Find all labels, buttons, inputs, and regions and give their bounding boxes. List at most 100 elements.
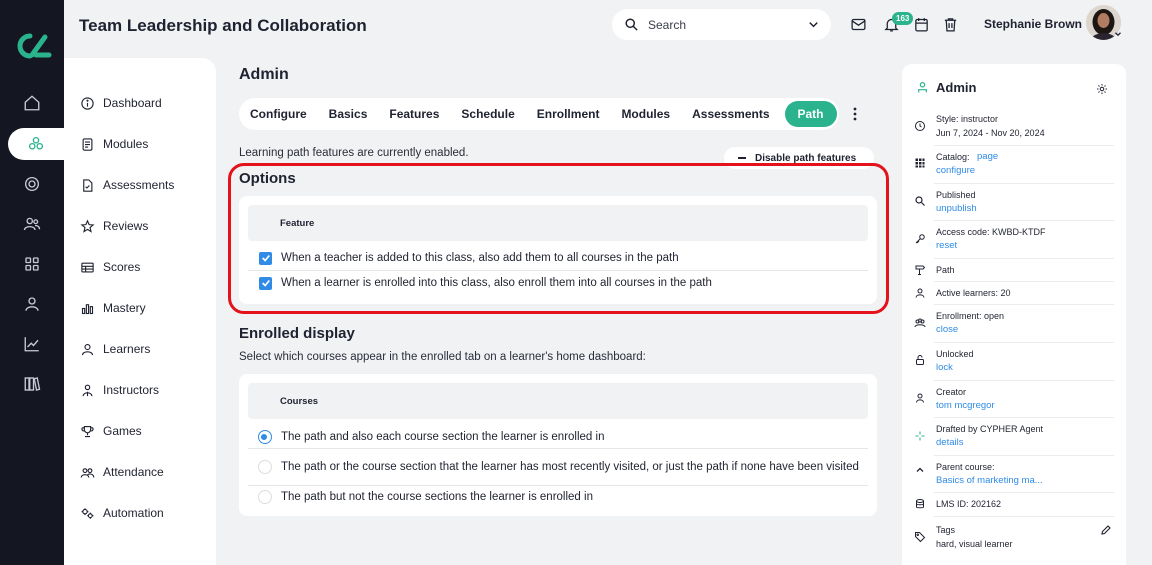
- signpost-icon: [915, 265, 926, 275]
- sidebar-item-label: Instructors: [103, 383, 160, 397]
- rail-home[interactable]: [0, 87, 64, 119]
- rail-library[interactable]: [0, 368, 64, 400]
- document-icon: [82, 137, 93, 151]
- info-circle-icon: [81, 96, 94, 110]
- tab-basics[interactable]: Basics: [329, 107, 368, 121]
- creator-icon: [916, 393, 924, 403]
- sidebar-item-assessments[interactable]: Assessments: [80, 174, 174, 196]
- sidebar-item-label: Attendance: [103, 465, 164, 479]
- rail-profile[interactable]: [0, 288, 64, 320]
- details-link[interactable]: details: [936, 437, 963, 448]
- unlock-icon: [916, 355, 924, 365]
- panel-divider: [934, 492, 1114, 493]
- path-status-notice: Learning path features are currently ena…: [239, 147, 469, 159]
- sidebar-item-reviews[interactable]: Reviews: [80, 215, 148, 237]
- panel-divider: [934, 220, 1114, 221]
- rail-apps[interactable]: [0, 248, 64, 280]
- tab-modules[interactable]: Modules: [621, 107, 670, 121]
- tab-configure[interactable]: Configure: [250, 107, 307, 121]
- option-label: When a learner is enrolled into this cla…: [281, 276, 712, 289]
- checkmark-icon: [261, 254, 270, 262]
- rail-classes[interactable]: [8, 128, 64, 160]
- learner-checkbox[interactable]: [259, 276, 272, 290]
- enrolled-option-label: The path or the course section that the …: [281, 460, 859, 473]
- lock-link[interactable]: lock: [936, 362, 953, 373]
- checkmark-icon: [261, 279, 270, 287]
- sidebar-item-label: Modules: [103, 137, 149, 151]
- table-icon: [81, 262, 94, 272]
- sidebar-item-attendance[interactable]: Attendance: [80, 461, 164, 483]
- search-icon: [625, 18, 638, 31]
- catalog-page-link[interactable]: page: [977, 151, 998, 162]
- sidebar-item-dashboard[interactable]: Dashboard: [80, 92, 162, 114]
- sidebar-item-label: Mastery: [103, 301, 146, 315]
- sidebar-item-games[interactable]: Games: [80, 420, 142, 442]
- user-name[interactable]: Stephanie Brown: [984, 17, 1082, 31]
- rail-goals[interactable]: [0, 168, 64, 200]
- options-title: Options: [239, 170, 296, 187]
- chevron-down-icon[interactable]: [806, 17, 821, 32]
- panel-divider: [934, 516, 1114, 517]
- panel-divider: [934, 183, 1114, 184]
- clock-icon: [915, 121, 925, 131]
- tab-features[interactable]: Features: [389, 107, 439, 121]
- enrolled-radio[interactable]: [257, 490, 272, 504]
- parent-course-link[interactable]: Basics of marketing ma...: [936, 475, 1043, 486]
- mail-icon[interactable]: [850, 16, 867, 33]
- panel-divider: [934, 281, 1114, 282]
- panel-catalog-label: Catalog:: [936, 152, 970, 162]
- panel-divider: [934, 417, 1114, 418]
- enrolled-radio[interactable]: [257, 460, 272, 474]
- enrolled-radio-selected[interactable]: [257, 430, 272, 444]
- classes-icon: [28, 136, 44, 150]
- creator-link[interactable]: tom mcgregor: [936, 400, 995, 411]
- group-icon: [80, 467, 95, 478]
- sidebar-item-learners[interactable]: Learners: [80, 338, 150, 360]
- settings-gear-icon[interactable]: [1096, 83, 1108, 95]
- chevron-down-icon[interactable]: [1113, 29, 1123, 39]
- minus-icon: [738, 157, 746, 159]
- option-row-teacher[interactable]: When a teacher is added to this class, a…: [248, 246, 868, 270]
- enrolled-display-card: Courses The path and also each course se…: [239, 374, 877, 516]
- teacher-checkbox[interactable]: [259, 251, 272, 265]
- tab-enrollment[interactable]: Enrollment: [537, 107, 600, 121]
- sidebar-item-automation[interactable]: Automation: [80, 502, 164, 524]
- sidebar-item-mastery[interactable]: Mastery: [80, 297, 146, 319]
- search-input[interactable]: Search: [648, 18, 797, 32]
- unpublish-link[interactable]: unpublish: [936, 203, 977, 214]
- trophy-icon: [81, 425, 94, 437]
- trash-icon[interactable]: [942, 16, 959, 33]
- reset-code-link[interactable]: reset: [936, 240, 957, 251]
- rail-people[interactable]: [0, 208, 64, 240]
- tab-schedule[interactable]: Schedule: [461, 107, 514, 121]
- rail-analytics[interactable]: [0, 328, 64, 360]
- panel-active-learners-label: Active learners: 20: [936, 288, 1011, 298]
- panel-dates: Jun 7, 2024 - Nov 20, 2024: [936, 128, 1045, 138]
- enrolled-option-label: The path and also each course section th…: [281, 430, 605, 443]
- enrolled-option-row[interactable]: The path but not the course sections the…: [248, 486, 868, 508]
- sidebar-item-scores[interactable]: Scores: [80, 256, 140, 278]
- sidebar-item-instructors[interactable]: Instructors: [80, 379, 159, 401]
- tab-assessments[interactable]: Assessments: [692, 107, 769, 121]
- more-options-icon[interactable]: [849, 106, 861, 122]
- sidebar-item-label: Dashboard: [103, 96, 162, 110]
- search-box[interactable]: Search: [612, 9, 831, 40]
- tab-path[interactable]: Path: [784, 101, 837, 127]
- edit-pencil-icon[interactable]: [1100, 524, 1112, 536]
- app-logo[interactable]: [12, 32, 52, 60]
- sidebar-item-modules[interactable]: Modules: [80, 133, 148, 155]
- app-title: Team Leadership and Collaboration: [79, 16, 367, 35]
- enrolled-display-description: Select which courses appear in the enrol…: [239, 351, 646, 363]
- close-enrollment-link[interactable]: close: [936, 324, 958, 335]
- sidebar-item-label: Scores: [103, 260, 141, 274]
- disable-path-features-button[interactable]: Disable path features: [724, 147, 874, 169]
- enrolled-option-row[interactable]: The path and also each course section th…: [248, 426, 868, 448]
- chevron-up-icon[interactable]: [914, 464, 926, 476]
- panel-title: Admin: [936, 80, 977, 95]
- calendar-icon[interactable]: [913, 16, 930, 33]
- file-check-icon: [83, 178, 93, 192]
- enrolled-option-row[interactable]: The path or the course section that the …: [248, 449, 868, 485]
- catalog-configure-link[interactable]: configure: [936, 165, 975, 176]
- panel-tags-label: Tags: [936, 525, 956, 535]
- option-row-learner[interactable]: When a learner is enrolled into this cla…: [248, 271, 868, 295]
